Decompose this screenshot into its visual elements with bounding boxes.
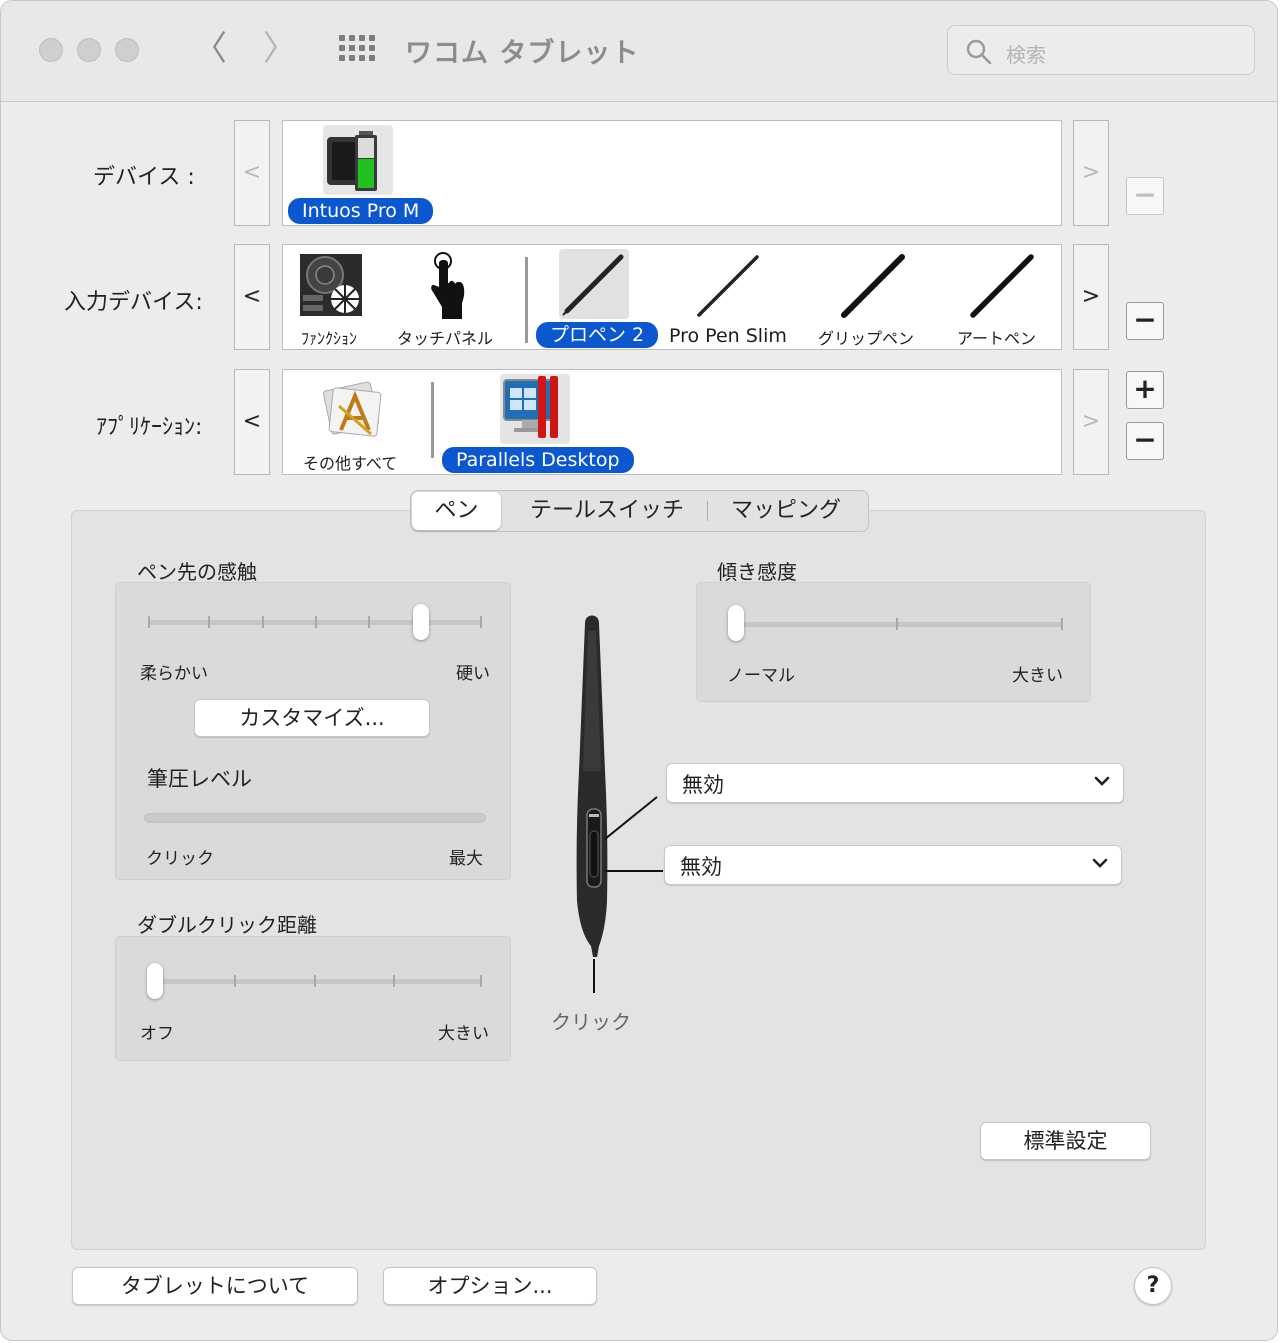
express-keys-icon: [300, 254, 362, 316]
upper-side-button-select[interactable]: 無効: [666, 763, 1124, 803]
input-label-grip-pen: グリップペン: [818, 329, 915, 348]
input-item-pro-pen-slim[interactable]: [693, 251, 763, 321]
input-next-arrow[interactable]: >: [1073, 244, 1109, 350]
tab-mapping[interactable]: マッピング: [711, 491, 861, 531]
applications-folder-icon: [323, 381, 382, 437]
tip-feel-max-label: 硬い: [456, 664, 490, 684]
add-application-button[interactable]: +: [1126, 371, 1164, 409]
about-tablet-button[interactable]: タブレットについて: [72, 1267, 358, 1305]
double-click-slider[interactable]: [147, 963, 163, 999]
device-item-intuos-pro-m[interactable]: [323, 125, 393, 195]
input-label-function: ﾌｧﾝｸｼｮﾝ: [301, 329, 358, 348]
app-next-arrow[interactable]: >: [1073, 369, 1109, 475]
customize-button[interactable]: カスタマイズ...: [194, 699, 430, 737]
parallels-desktop-icon: [503, 376, 558, 438]
double-click-group: オフ 大きい: [115, 936, 511, 1061]
tab-pen[interactable]: ペン: [412, 492, 501, 530]
window-title: ワコム タブレット: [405, 38, 640, 69]
input-item-grip-pen[interactable]: [838, 251, 908, 321]
double-click-min-label: オフ: [140, 1024, 174, 1044]
show-all-grid-icon[interactable]: [339, 35, 375, 65]
pressure-level-bar: [144, 813, 486, 823]
app-item-parallels[interactable]: [500, 374, 570, 444]
tilt-track: [737, 622, 1063, 627]
app-label-parallels[interactable]: Parallels Desktop: [442, 447, 634, 473]
pressure-min-label: クリック: [146, 849, 214, 869]
search-field[interactable]: 検索: [947, 25, 1255, 75]
input-item-pro-pen-2[interactable]: [559, 249, 629, 319]
input-label-touch: タッチパネル: [397, 329, 494, 348]
title-bar: 〈 〉 ワコム タブレット 検索: [1, 1, 1277, 102]
pen-illustration: [576, 615, 663, 993]
remove-input-button[interactable]: −: [1126, 302, 1164, 340]
tilt-title: 傾き感度: [717, 560, 797, 584]
input-item-touch[interactable]: [428, 251, 468, 321]
double-click-track: [152, 979, 482, 984]
app-separator: [431, 382, 434, 458]
input-separator: [525, 257, 528, 343]
slim-pen-icon: [697, 255, 759, 317]
tilt-max-label: 大きい: [1012, 666, 1063, 686]
remove-device-button[interactable]: −: [1126, 177, 1164, 215]
pressure-title: 筆圧レベル: [147, 767, 252, 791]
tip-feel-slider[interactable]: [413, 604, 429, 640]
device-next-arrow[interactable]: >: [1073, 120, 1109, 226]
help-button[interactable]: ?: [1134, 1267, 1172, 1305]
preferences-window: 〈 〉 ワコム タブレット 検索 デバイス : < Intuos Pro M >…: [0, 0, 1278, 1341]
tilt-slider[interactable]: [728, 605, 744, 641]
default-settings-button[interactable]: 標準設定: [980, 1122, 1151, 1160]
tab-tail-switch[interactable]: テールスイッチ: [509, 491, 705, 531]
lower-side-button-select[interactable]: 無効: [664, 845, 1122, 885]
input-device-list: ﾌｧﾝｸｼｮﾝ タッチパネル プロペン 2 Pro Pen Slim グリップペ…: [282, 244, 1062, 350]
application-list: その他すべて Parallels Desktop: [282, 369, 1062, 475]
input-row-label: 入力デバイス:: [64, 290, 203, 315]
tilt-min-label: ノーマル: [727, 666, 795, 686]
input-item-function[interactable]: [299, 253, 363, 317]
device-row-label: デバイス :: [93, 165, 195, 190]
input-label-art-pen: アートペン: [957, 329, 1037, 348]
chevron-down-icon: [1092, 858, 1108, 868]
forward-button[interactable]: 〉: [263, 31, 297, 69]
options-button[interactable]: オプション...: [383, 1267, 597, 1305]
art-pen-icon: [970, 254, 1034, 318]
remove-application-button[interactable]: −: [1126, 422, 1164, 460]
tab-separator: [707, 501, 708, 521]
tilt-group: ノーマル 大きい: [696, 582, 1091, 702]
tip-feel-min-label: 柔らかい: [140, 664, 208, 684]
settings-tabs: ペン テールスイッチ マッピング: [410, 490, 869, 532]
app-item-all-others[interactable]: [321, 376, 387, 442]
back-button[interactable]: 〈: [193, 31, 227, 69]
upper-side-button-value: 無効: [682, 773, 724, 797]
grip-pen-icon: [841, 254, 905, 318]
input-prev-arrow[interactable]: <: [234, 244, 270, 350]
close-window-button[interactable]: [39, 38, 63, 62]
input-label-pro-pen-slim: Pro Pen Slim: [669, 325, 787, 347]
search-placeholder: 検索: [1006, 43, 1046, 67]
input-label-pro-pen-2[interactable]: プロペン 2: [536, 322, 659, 348]
pen-tip-action: クリック: [551, 1010, 631, 1034]
device-prev-arrow[interactable]: <: [234, 120, 270, 226]
app-row-label: ｱﾌﾟﾘｹｰｼｮﾝ:: [96, 415, 203, 440]
device-label-intuos-pro-m[interactable]: Intuos Pro M: [288, 198, 434, 224]
lower-side-button-value: 無効: [680, 855, 722, 879]
tablet-battery-icon: [327, 131, 377, 191]
minimize-window-button[interactable]: [77, 38, 101, 62]
double-click-title: ダブルクリック距離: [137, 913, 317, 937]
tip-feel-group: 柔らかい 硬い カスタマイズ... 筆圧レベル クリック 最大: [115, 582, 511, 880]
app-prev-arrow[interactable]: <: [234, 369, 270, 475]
pressure-max-label: 最大: [449, 849, 483, 869]
tip-feel-title: ペン先の感触: [137, 560, 257, 584]
app-label-all-others: その他すべて: [303, 454, 398, 473]
touch-finger-icon: [431, 252, 465, 319]
search-icon: [966, 39, 992, 65]
device-list: Intuos Pro M: [282, 120, 1062, 226]
input-item-art-pen[interactable]: [967, 251, 1037, 321]
pen-icon: [562, 254, 624, 316]
chevron-down-icon: [1094, 776, 1110, 786]
double-click-max-label: 大きい: [438, 1024, 489, 1044]
zoom-window-button[interactable]: [115, 38, 139, 62]
